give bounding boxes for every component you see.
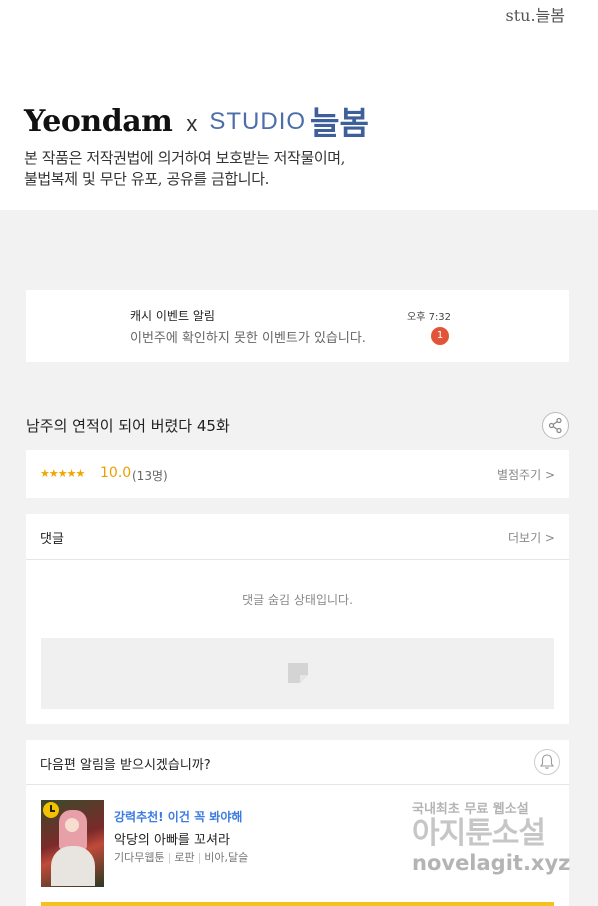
comments-title: 댓글 [40,532,64,547]
copyright-notice: 본 작품은 저작권법에 의거하여 보호받는 저작물이며, 불법복제 및 무단 유… [24,148,345,190]
comment-placeholder-icon [288,663,308,683]
notification-badge: 1 [431,327,449,345]
cover-figure [51,846,95,886]
cover-figure [65,818,79,832]
studio-logo: STUDIO [209,108,307,135]
recommended-meta: 기다무웹툰 | 로판 | 비아,달슬 [114,849,248,865]
watermark: 국내최초 무료 웹소설 아지툰소설 novelagit.xyz [412,798,582,875]
header-area: stu.늘봄 Yeondam x STUDIO 늘봄 본 작품은 저작권법에 의… [0,0,598,210]
comment-input-placeholder[interactable] [41,638,554,709]
comments-card: 댓글 더보기 > 댓글 숨김 상태입니다. [26,514,569,724]
rating-count: (13명) [132,469,168,483]
yeondam-logo: Yeondam [24,103,173,139]
next-alert-title: 다음편 알림을 받으시겠습니까? [40,758,211,773]
copyright-line: 불법복제 및 무단 유포, 공유를 금합니다. [24,170,269,188]
rating-score: 10.0 [100,465,132,481]
yellow-action-bar[interactable] [41,902,554,906]
cash-event-notification[interactable]: 캐시 이벤트 알림 이번주에 확인하지 못한 이벤트가 있습니다. 오후 7:3… [26,290,569,362]
share-button[interactable] [542,412,569,439]
recommended-cover-image[interactable] [41,800,104,887]
neulbom-logo: 늘봄 [310,104,369,142]
recommend-label: 강력추천! 이건 꼭 봐야해 [114,810,243,824]
bell-button[interactable] [534,749,560,775]
meta-separator: | [197,851,202,864]
notification-text: 이번주에 확인하지 못한 이벤트가 있습니다. [130,331,366,346]
rating-card: ★★★★★ 10.0 (13명) 별점주기 > [26,450,569,498]
episode-title: 남주의 연적이 되어 버렸다 45화 [26,417,230,435]
bell-icon [539,754,555,769]
star-rating-icon: ★★★★★ [40,467,85,480]
rate-button[interactable]: 별점주기 > [497,466,555,483]
meta-separator: | [167,851,172,864]
brand-separator: x [186,111,198,136]
notification-time: 오후 7:32 [407,312,452,323]
comments-more-button[interactable]: 더보기 > [508,529,555,546]
share-icon [548,417,562,434]
brand-logo: Yeondam x STUDIO 늘봄 [24,98,369,144]
meta-author: 비아,달슬 [204,851,249,864]
meta-genre: 로판 [174,851,195,864]
watermark-line: 아지툰소설 [412,816,546,851]
watermark-line: 국내최초 무료 웹소설 [412,802,529,817]
notification-title: 캐시 이벤트 알림 [130,309,215,323]
wait-free-clock-icon [43,802,59,818]
watermark-line: novelagit.xyz [412,851,571,875]
meta-category: 기다무웹툰 [114,851,165,864]
next-alert-header: 다음편 알림을 받으시겠습니까? [26,740,569,785]
comments-hidden-message: 댓글 숨김 상태입니다. [242,593,353,607]
copyright-line: 본 작품은 저작권법에 의거하여 보호받는 저작물이며, [24,149,346,167]
comments-header: 댓글 더보기 > [26,514,569,560]
recommended-title[interactable]: 악당의 아빠를 꼬셔라 [114,829,230,848]
credit-text: stu.늘봄 [505,6,565,25]
